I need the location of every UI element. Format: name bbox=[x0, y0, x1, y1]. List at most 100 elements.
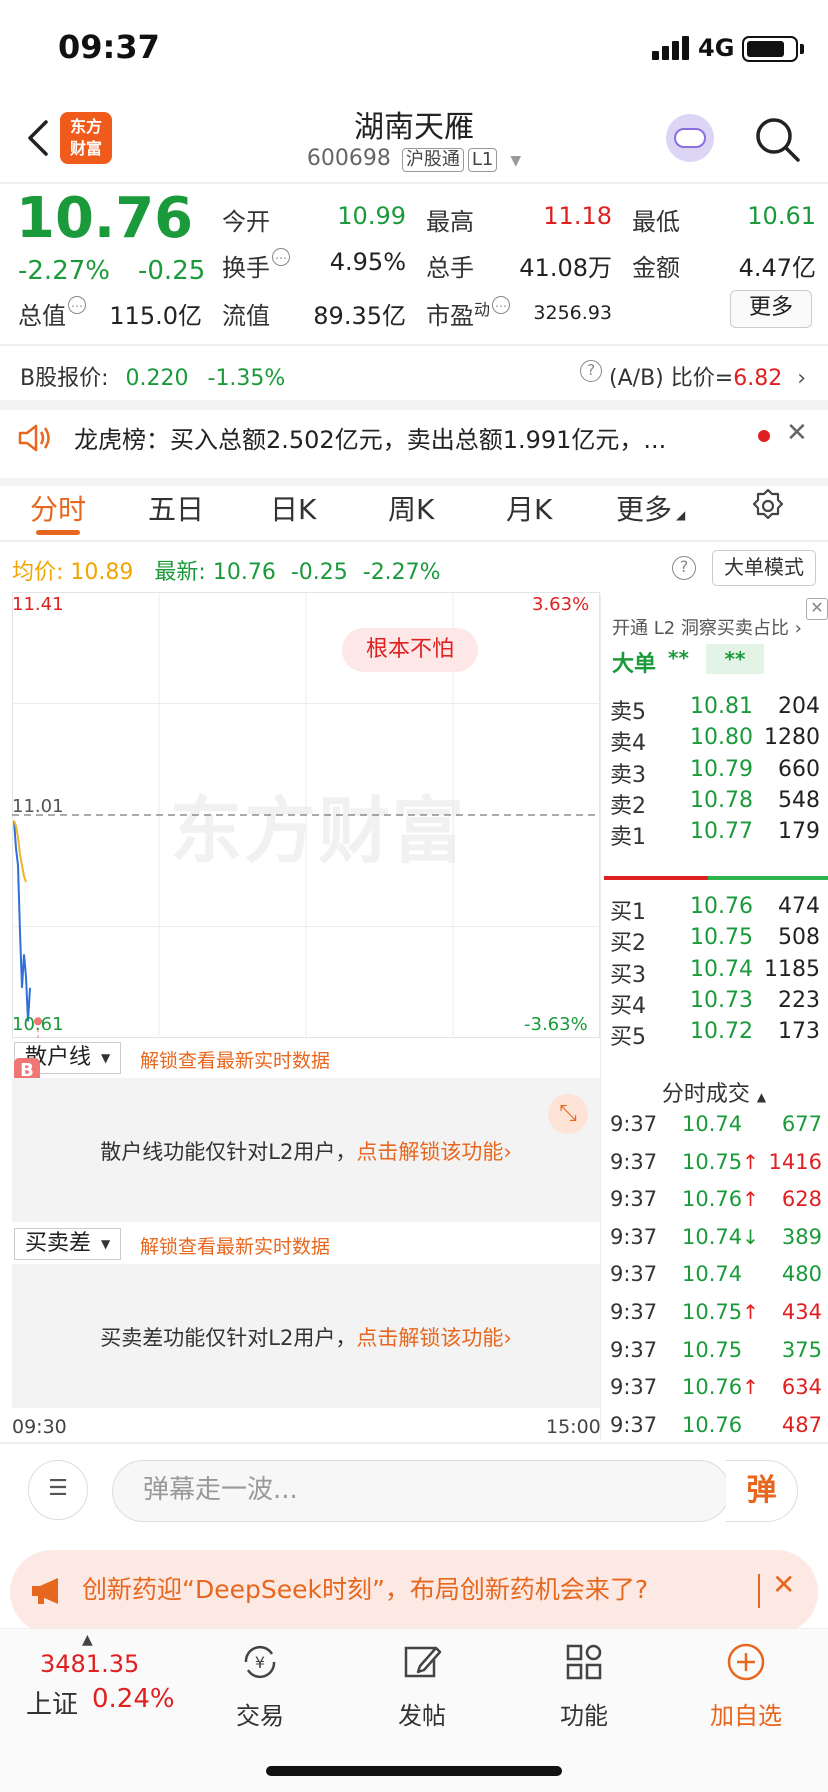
grid-icon bbox=[566, 1644, 602, 1680]
trade-volume: 634 bbox=[781, 1375, 822, 1400]
trade-row: 9:37 10.76↑ 634 bbox=[610, 1375, 822, 1411]
bids-row[interactable]: 买5 10.72 173 bbox=[610, 1019, 820, 1053]
close-icon[interactable]: ✕ bbox=[806, 598, 828, 620]
trade-row: 9:37 10.74↓ 389 bbox=[610, 1225, 822, 1261]
avg-label: 均价: bbox=[12, 560, 64, 585]
turnover-label[interactable]: 换手… bbox=[222, 248, 290, 283]
trade-price: 10.76 bbox=[682, 1413, 742, 1437]
connect-tag: 沪股通 bbox=[401, 148, 464, 172]
bids-volume: 1185 bbox=[764, 956, 820, 982]
nav-functions[interactable]: 功能 bbox=[524, 1640, 644, 1731]
bids-level-label: 买2 bbox=[610, 931, 646, 957]
trade-time: 9:37 bbox=[610, 1412, 658, 1437]
comment-pill[interactable]: 根本不怕 bbox=[342, 628, 478, 672]
ab-ratio-row[interactable]: ? (A/B) 比价=6.82 › bbox=[578, 360, 806, 392]
tab-weekly-k[interactable]: 周K bbox=[388, 488, 434, 528]
big-order-mode-button[interactable]: 大单模式 bbox=[712, 550, 816, 586]
nav-post[interactable]: 发帖 bbox=[362, 1640, 482, 1731]
divider bbox=[0, 344, 828, 346]
asks-row[interactable]: 卖1 10.77 179 bbox=[610, 819, 820, 853]
avg-price-row: 均价: 10.89 最新: 10.76 -0.25 -2.27% bbox=[12, 554, 441, 586]
ab-ratio-label: (A/B) 比价= bbox=[609, 366, 734, 391]
speaker-icon bbox=[18, 424, 50, 452]
mktcap-label[interactable]: 总值… bbox=[18, 296, 86, 331]
time-axis-start: 09:30 bbox=[12, 1416, 67, 1438]
trade-row: 9:37 10.76↑ 628 bbox=[610, 1187, 822, 1223]
asks-row[interactable]: 卖3 10.79 660 bbox=[610, 757, 820, 791]
y-axis-top: 11.41 bbox=[12, 594, 64, 615]
bids-row[interactable]: 买3 10.74 1185 bbox=[610, 957, 820, 991]
tab-underline bbox=[36, 530, 80, 535]
price-line bbox=[13, 820, 31, 1022]
tab-more[interactable]: 更多 ◢ bbox=[616, 488, 685, 528]
trade-price-value: 10.75 bbox=[682, 1300, 743, 1324]
retail-locked-message[interactable]: 散户线功能仅针对L2用户，点击解锁该功能› bbox=[12, 1136, 600, 1166]
edit-icon bbox=[404, 1646, 442, 1678]
pe-label[interactable]: 市盈动… bbox=[426, 296, 511, 331]
trade-direction-icon: ↑ bbox=[742, 1187, 759, 1212]
retail-unlock-title[interactable]: 解锁查看最新实时数据 bbox=[140, 1046, 330, 1073]
trade-row: 9:37 10.74 480 bbox=[610, 1262, 822, 1298]
trade-row: 9:37 10.75 375 bbox=[610, 1338, 822, 1374]
big-order-masked-1: ** bbox=[668, 646, 689, 670]
danmu-input[interactable]: 弹幕走一波... bbox=[112, 1460, 730, 1522]
asks-row[interactable]: 卖5 10.81 204 bbox=[610, 694, 820, 728]
tab-daily-k[interactable]: 日K bbox=[270, 488, 316, 528]
danmu-toggle-button[interactable]: 弹 bbox=[726, 1460, 798, 1522]
bids-row[interactable]: 买4 10.73 223 bbox=[610, 988, 820, 1022]
bids-row[interactable]: 买1 10.76 474 bbox=[610, 894, 820, 928]
trade-price-value: 10.76 bbox=[682, 1375, 743, 1400]
index-value[interactable]: 3481.35 bbox=[40, 1650, 139, 1678]
expand-icon[interactable]: ⤡ bbox=[548, 1094, 588, 1134]
bids-level-label: 买4 bbox=[610, 993, 646, 1019]
y-axis-mid: 11.01 bbox=[12, 796, 64, 817]
tab-five-day[interactable]: 五日 bbox=[148, 488, 204, 528]
asks-level-label: 卖5 bbox=[610, 700, 646, 725]
asks-row[interactable]: 卖2 10.78 548 bbox=[610, 788, 820, 822]
nav-trade[interactable]: ¥ 交易 bbox=[200, 1640, 320, 1731]
message-settings-icon[interactable]: ☰ bbox=[28, 1460, 88, 1520]
order-ratio-buy bbox=[708, 876, 828, 880]
trade-price: 10.74↓ bbox=[682, 1225, 759, 1249]
change-percent: -2.27% bbox=[18, 256, 110, 286]
asks-price: 10.78 bbox=[690, 787, 753, 813]
banner-text[interactable]: 创新药迎“DeepSeek时刻”，布局创新药机会来了? bbox=[82, 1570, 648, 1606]
trade-price: 10.76↑ bbox=[682, 1187, 759, 1211]
bids-volume: 173 bbox=[778, 1019, 820, 1045]
ab-ratio-value: 6.82 bbox=[733, 366, 783, 391]
help-icon[interactable]: ? bbox=[672, 556, 696, 580]
close-icon[interactable]: ✕ bbox=[786, 418, 808, 448]
big-order-label: 大单 bbox=[612, 652, 657, 677]
search-icon[interactable] bbox=[752, 114, 802, 164]
current-price: 10.76 bbox=[16, 186, 194, 251]
b-share-row: B股报价: 0.220 -1.35% bbox=[20, 360, 285, 392]
trade-direction-icon: ↑ bbox=[742, 1300, 759, 1324]
asks-row[interactable]: 卖4 10.80 1280 bbox=[610, 725, 820, 759]
order-ratio-sell bbox=[604, 876, 708, 880]
spread-dropdown[interactable]: 买卖差 ▼ bbox=[14, 1228, 122, 1260]
nav-add-watchlist-label: 加自选 bbox=[710, 1702, 782, 1730]
spread-locked-message[interactable]: 买卖差功能仅针对L2用户，点击解锁该功能› bbox=[12, 1322, 600, 1352]
more-button[interactable]: 更多 bbox=[730, 290, 812, 328]
index-change[interactable]: 0.24% bbox=[92, 1684, 175, 1714]
big-order-masked-2: ** bbox=[706, 644, 764, 674]
trade-volume: 434 bbox=[781, 1300, 822, 1324]
bids-volume: 508 bbox=[778, 925, 820, 951]
dragon-tiger-text[interactable]: 龙虎榜：买入总额2.502亿元，卖出总额1.991亿元，... bbox=[74, 420, 734, 455]
trade-price: 10.74 bbox=[682, 1112, 742, 1136]
trades-title[interactable]: 分时成交 ▲ bbox=[600, 1076, 828, 1108]
l2-upsell-link[interactable]: 开通 L2 洞察买卖占比 › bbox=[612, 614, 802, 640]
tab-intraday[interactable]: 分时 bbox=[30, 488, 86, 528]
trade-row: 9:37 10.75↑ 1416 bbox=[610, 1150, 822, 1186]
tab-monthly-k[interactable]: 月K bbox=[506, 488, 552, 528]
signal-icon bbox=[652, 36, 692, 60]
chevron-right-icon: › bbox=[797, 366, 806, 391]
index-name[interactable]: 上证 bbox=[26, 1684, 78, 1721]
close-icon[interactable]: ✕ bbox=[772, 1568, 795, 1601]
gear-icon[interactable] bbox=[750, 488, 786, 524]
float-label: 流值 bbox=[222, 302, 270, 330]
spread-unlock-title[interactable]: 解锁查看最新实时数据 bbox=[140, 1232, 330, 1259]
bids-row[interactable]: 买2 10.75 508 bbox=[610, 925, 820, 959]
trade-time: 9:37 bbox=[610, 1224, 658, 1249]
nav-add-watchlist[interactable]: 加自选 bbox=[686, 1640, 806, 1731]
